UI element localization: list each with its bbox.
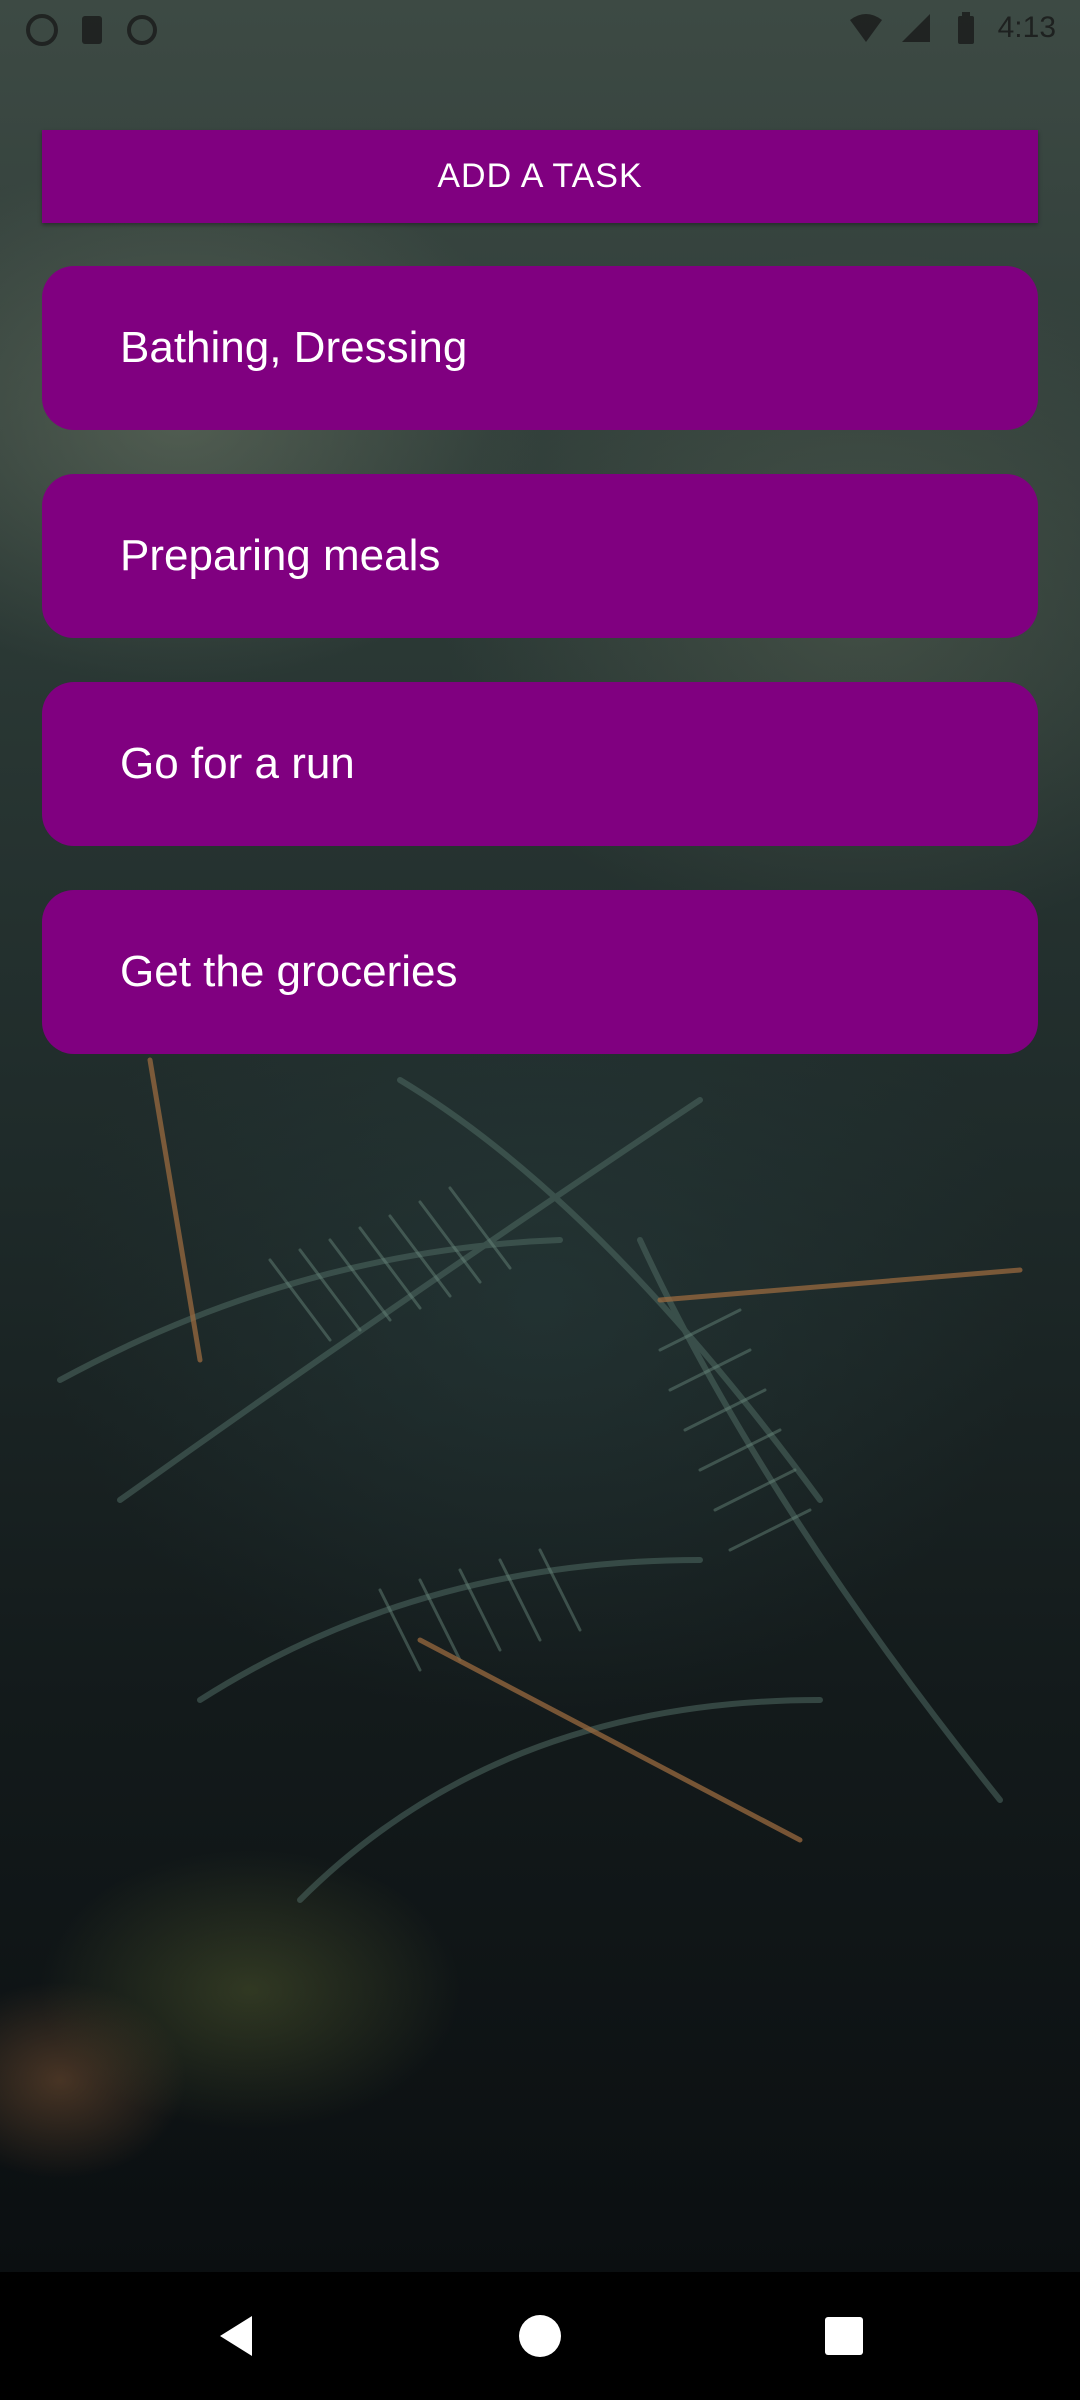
app-icon bbox=[24, 12, 60, 48]
task-item-bathing-dressing[interactable]: Bathing, Dressing bbox=[42, 266, 1038, 430]
task-label: Get the groceries bbox=[120, 947, 458, 996]
task-label: Go for a run bbox=[120, 739, 355, 788]
add-task-button[interactable]: ADD A TASK bbox=[42, 130, 1038, 223]
app-screen: 4:13 ADD A TASK Bathing, Dressing Prepar… bbox=[0, 0, 1080, 2400]
back-icon[interactable] bbox=[206, 2306, 266, 2366]
status-bar: 4:13 bbox=[0, 0, 1080, 64]
task-item-preparing-meals[interactable]: Preparing meals bbox=[42, 474, 1038, 638]
signal-icon bbox=[898, 10, 934, 46]
task-item-get-the-groceries[interactable]: Get the groceries bbox=[42, 890, 1038, 1054]
task-list: Bathing, Dressing Preparing meals Go for… bbox=[42, 266, 1038, 1098]
task-label: Preparing meals bbox=[120, 531, 441, 580]
battery-icon bbox=[948, 10, 984, 46]
navigation-bar bbox=[0, 2272, 1080, 2400]
recents-icon[interactable] bbox=[814, 2306, 874, 2366]
home-icon[interactable] bbox=[510, 2306, 570, 2366]
task-label: Bathing, Dressing bbox=[120, 323, 468, 372]
wifi-icon bbox=[848, 10, 884, 46]
status-time: 4:13 bbox=[997, 11, 1056, 44]
sim-card-icon bbox=[74, 12, 110, 48]
task-item-go-for-a-run[interactable]: Go for a run bbox=[42, 682, 1038, 846]
sync-icon bbox=[124, 12, 160, 48]
